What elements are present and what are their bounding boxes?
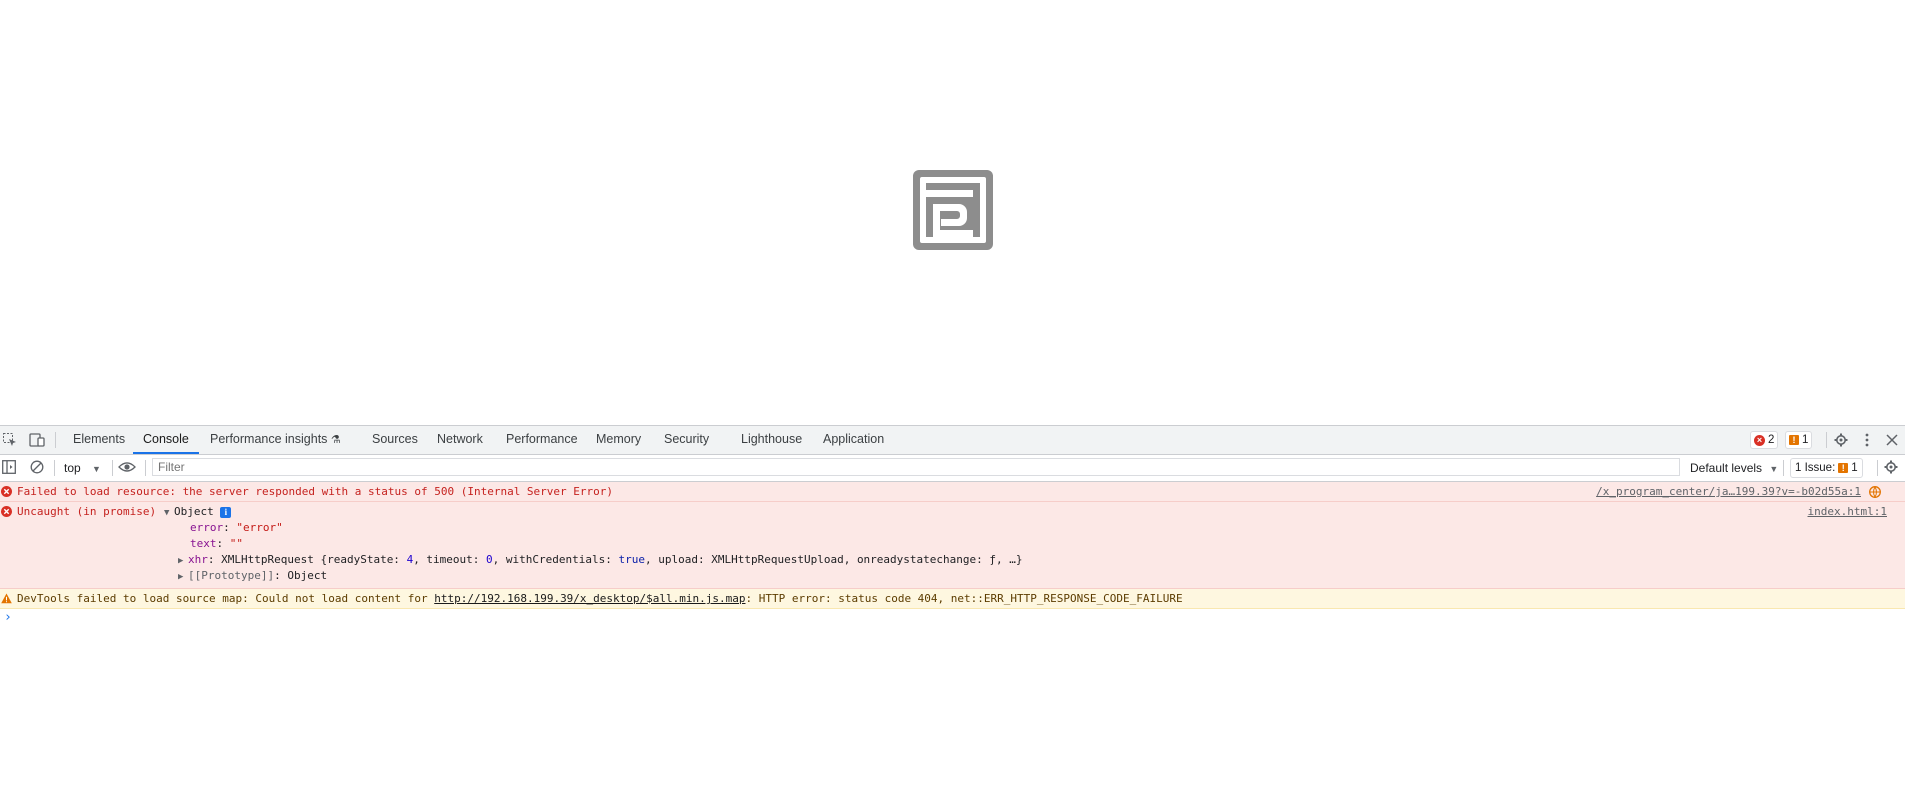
- with-credentials-value: true: [618, 553, 646, 566]
- triangle-expanded-icon: ▼: [164, 508, 170, 518]
- tab-memory[interactable]: Memory: [596, 426, 641, 454]
- page-viewport: [0, 0, 1905, 425]
- error-count-badge[interactable]: × 2: [1750, 431, 1779, 449]
- issues-label: 1 Issue:: [1795, 462, 1836, 474]
- more-options-icon[interactable]: [1858, 431, 1876, 449]
- tab-performance-insights[interactable]: Performance insights ⚗: [210, 426, 341, 454]
- devtools-tabbar: Elements Console Performance insights ⚗ …: [0, 426, 1905, 455]
- tab-security[interactable]: Security: [664, 426, 709, 454]
- warning-count-badge[interactable]: ! 1: [1785, 431, 1813, 449]
- timeout-value: 0: [486, 553, 493, 566]
- warning-flag-icon: !: [1789, 435, 1799, 445]
- console-settings-gear-icon[interactable]: [1884, 460, 1898, 477]
- object-property: error: "error": [190, 521, 283, 534]
- console-warning-message: DevTools failed to load source map: Coul…: [0, 589, 1905, 609]
- warning-count: 1: [1802, 434, 1809, 446]
- property-key: text: [190, 537, 217, 550]
- tab-console[interactable]: Console: [133, 426, 199, 454]
- object-property-prototype[interactable]: ▶ [[Prototype]]: Object: [178, 569, 327, 584]
- property-value: Object: [287, 569, 328, 582]
- chevron-down-icon: ▼: [1769, 464, 1779, 474]
- network-request-icon[interactable]: [1869, 486, 1881, 498]
- tab-sources[interactable]: Sources: [372, 426, 418, 454]
- live-expression-eye-icon[interactable]: [118, 460, 136, 477]
- warning-suffix: : HTTP error: status code 404, net::ERR_…: [745, 592, 1183, 605]
- device-toolbar-icon[interactable]: [28, 431, 46, 449]
- tab-performance[interactable]: Performance: [506, 426, 578, 454]
- tab-application[interactable]: Application: [823, 426, 884, 454]
- chevron-down-icon: ▼: [92, 464, 101, 474]
- context-selector[interactable]: top ▼: [64, 459, 101, 477]
- property-key: error: [190, 521, 224, 534]
- property-key: xhr: [188, 553, 208, 566]
- filter-input[interactable]: [152, 458, 1680, 476]
- source-link[interactable]: index.html:1: [1808, 505, 1887, 519]
- divider: [55, 432, 56, 448]
- property-value: "error": [236, 521, 283, 534]
- inspect-element-icon[interactable]: [1, 431, 19, 449]
- property-value: "": [229, 537, 243, 550]
- triangle-collapsed-icon: ▶: [178, 556, 184, 566]
- xhr-summary-part: , withCredentials:: [492, 553, 619, 566]
- issues-count: 1: [1851, 462, 1858, 474]
- tab-elements[interactable]: Elements: [73, 426, 125, 454]
- console-error-message: Failed to load resource: the server resp…: [0, 482, 1905, 502]
- object-label: Object: [174, 505, 214, 518]
- close-icon[interactable]: [1883, 431, 1901, 449]
- warning-prefix: DevTools failed to load source map: Coul…: [17, 592, 435, 605]
- levels-label: Default levels: [1690, 461, 1763, 475]
- divider: [145, 460, 146, 476]
- console-error-message: Uncaught (in promise) ▼ Object i index.ht…: [0, 502, 1905, 589]
- settings-gear-icon[interactable]: [1832, 431, 1850, 449]
- tab-lighthouse[interactable]: Lighthouse: [741, 426, 802, 454]
- error-text: Uncaught (in promise): [17, 505, 157, 518]
- divider: [1877, 460, 1878, 476]
- flask-icon: ⚗: [330, 434, 341, 446]
- source-map-link[interactable]: http://192.168.199.39/x_desktop/$all.min…: [434, 592, 745, 605]
- error-icon: ×: [1754, 434, 1765, 446]
- console-prompt-row[interactable]: ›: [0, 609, 1905, 629]
- object-property-xhr[interactable]: ▶ xhr: XMLHttpRequest {readyState: 4, tim…: [178, 553, 1023, 568]
- context-label: top: [64, 461, 81, 475]
- error-text: Failed to load resource: the server resp…: [17, 485, 614, 498]
- issues-button[interactable]: 1 Issue: ! 1: [1790, 458, 1863, 478]
- xhr-summary-part: , upload: XMLHttpRequestUpload, onreadys…: [645, 553, 1023, 566]
- object-tree-root[interactable]: ▼ Object i: [164, 505, 232, 520]
- divider: [1783, 460, 1784, 476]
- warning-text: DevTools failed to load source map: Coul…: [17, 592, 1183, 606]
- error-icon: [1, 506, 12, 517]
- app-logo: [913, 170, 993, 250]
- console-toolbar: top ▼ Default levels ▼ 1 Issue: ! 1: [0, 455, 1905, 482]
- error-icon: [1, 486, 12, 497]
- divider: [112, 460, 113, 476]
- devtools-panel: Elements Console Performance insights ⚗ …: [0, 425, 1905, 807]
- tab-label: Performance insights: [210, 432, 328, 446]
- warning-flag-icon: !: [1838, 463, 1849, 473]
- divider: [54, 460, 55, 476]
- console-messages: Failed to load resource: the server resp…: [0, 482, 1905, 629]
- xhr-summary-part: , timeout:: [413, 553, 487, 566]
- xhr-summary: XMLHttpRequest {readyState:: [221, 553, 407, 566]
- source-link[interactable]: /x_program_center/ja…199.39?v=-b02d55a:1: [1596, 485, 1861, 499]
- tab-network[interactable]: Network: [437, 426, 483, 454]
- console-prompt-chevron-icon: ›: [4, 610, 12, 625]
- property-key: [[Prototype]]: [188, 569, 275, 582]
- object-property: text: "": [190, 537, 243, 550]
- info-icon: i: [220, 507, 232, 518]
- sidebar-toggle-icon[interactable]: [2, 460, 16, 477]
- clear-console-icon[interactable]: [30, 460, 44, 477]
- divider: [1826, 432, 1827, 448]
- warning-triangle-icon: [1, 593, 12, 604]
- error-count: 2: [1768, 434, 1775, 446]
- triangle-collapsed-icon: ▶: [178, 572, 184, 582]
- log-levels-dropdown[interactable]: Default levels ▼: [1690, 459, 1778, 477]
